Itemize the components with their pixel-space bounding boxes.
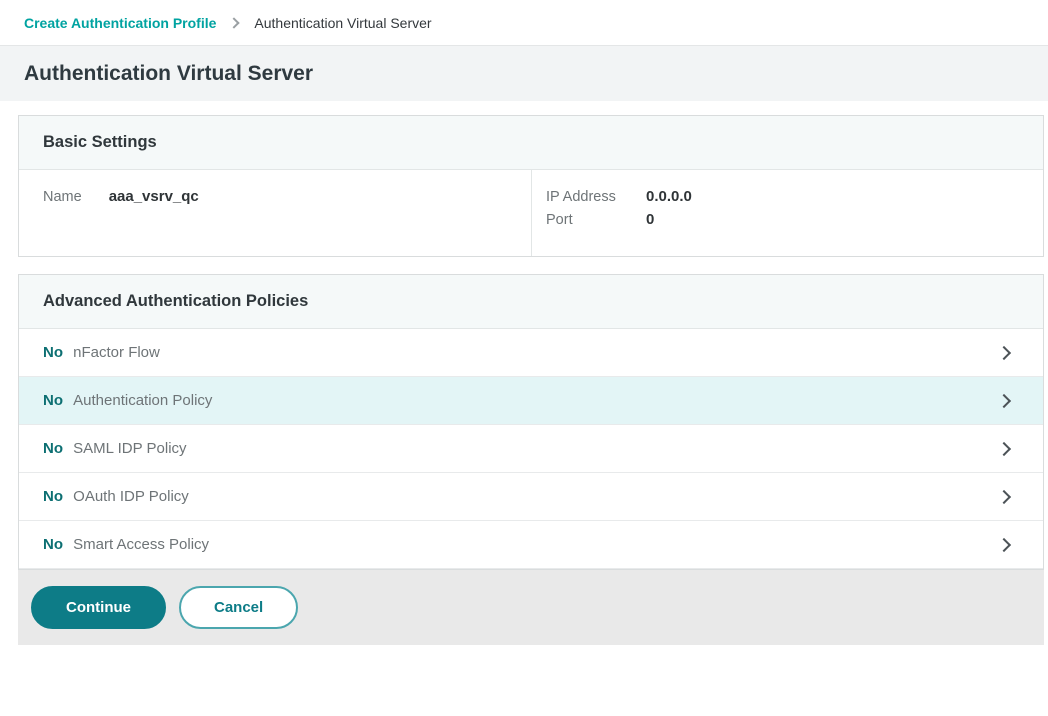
- policy-list: No nFactor Flow No Authentication Policy…: [19, 329, 1043, 569]
- port-label: Port: [546, 212, 646, 228]
- chevron-right-icon: [997, 441, 1011, 455]
- policy-count: No: [43, 344, 67, 361]
- policy-row-oauth-idp-policy[interactable]: No OAuth IDP Policy: [19, 473, 1043, 521]
- chevron-right-icon: [997, 393, 1011, 407]
- port-field: Port 0: [546, 211, 1019, 228]
- policy-label: OAuth IDP Policy: [73, 488, 189, 505]
- policy-label: Smart Access Policy: [73, 536, 209, 553]
- policy-row-text: No nFactor Flow: [43, 344, 160, 361]
- policy-label: SAML IDP Policy: [73, 440, 186, 457]
- ip-address-field: IP Address 0.0.0.0: [546, 188, 1019, 205]
- policy-row-nfactor-flow[interactable]: No nFactor Flow: [19, 329, 1043, 377]
- basic-settings-left-column: Name aaa_vsrv_qc: [19, 170, 531, 256]
- advanced-policies-header: Advanced Authentication Policies: [19, 275, 1043, 329]
- basic-settings-right-column: IP Address 0.0.0.0 Port 0: [531, 170, 1043, 256]
- chevron-right-icon: [997, 345, 1011, 359]
- policy-row-authentication-policy[interactable]: No Authentication Policy: [19, 377, 1043, 425]
- chevron-right-icon: [997, 537, 1011, 551]
- breadcrumb-separator-chevron-icon: [229, 17, 240, 28]
- page-title: Authentication Virtual Server: [24, 62, 1024, 86]
- policy-row-text: No SAML IDP Policy: [43, 440, 187, 457]
- policy-count: No: [43, 488, 67, 505]
- advanced-authentication-policies-panel: Advanced Authentication Policies No nFac…: [18, 274, 1044, 570]
- policy-count: No: [43, 392, 67, 409]
- action-bar: Continue Cancel: [18, 570, 1044, 645]
- continue-button[interactable]: Continue: [31, 586, 166, 629]
- chevron-right-icon: [997, 489, 1011, 503]
- breadcrumb-link-create-authentication-profile[interactable]: Create Authentication Profile: [24, 15, 216, 31]
- basic-settings-header: Basic Settings: [19, 116, 1043, 170]
- name-label: Name: [43, 189, 82, 205]
- advanced-policies-title: Advanced Authentication Policies: [43, 292, 1019, 311]
- ip-address-value: 0.0.0.0: [646, 188, 692, 205]
- name-value: aaa_vsrv_qc: [109, 188, 199, 205]
- breadcrumb-current: Authentication Virtual Server: [254, 15, 431, 31]
- page-header: Authentication Virtual Server: [0, 46, 1048, 101]
- name-field: Name aaa_vsrv_qc: [43, 188, 507, 205]
- policy-count: No: [43, 536, 67, 553]
- port-value: 0: [646, 211, 654, 228]
- policy-label: Authentication Policy: [73, 392, 212, 409]
- policy-row-text: No Authentication Policy: [43, 392, 212, 409]
- ip-address-label: IP Address: [546, 189, 646, 205]
- policy-row-smart-access-policy[interactable]: No Smart Access Policy: [19, 521, 1043, 569]
- policy-row-text: No Smart Access Policy: [43, 536, 209, 553]
- cancel-button[interactable]: Cancel: [179, 586, 298, 629]
- policy-row-text: No OAuth IDP Policy: [43, 488, 189, 505]
- policy-row-saml-idp-policy[interactable]: No SAML IDP Policy: [19, 425, 1043, 473]
- breadcrumb: Create Authentication Profile Authentica…: [0, 0, 1048, 46]
- basic-settings-body: Name aaa_vsrv_qc IP Address 0.0.0.0 Port…: [19, 170, 1043, 256]
- policy-label: nFactor Flow: [73, 344, 160, 361]
- basic-settings-title: Basic Settings: [43, 133, 1019, 152]
- policy-count: No: [43, 440, 67, 457]
- basic-settings-panel: Basic Settings Name aaa_vsrv_qc IP Addre…: [18, 115, 1044, 257]
